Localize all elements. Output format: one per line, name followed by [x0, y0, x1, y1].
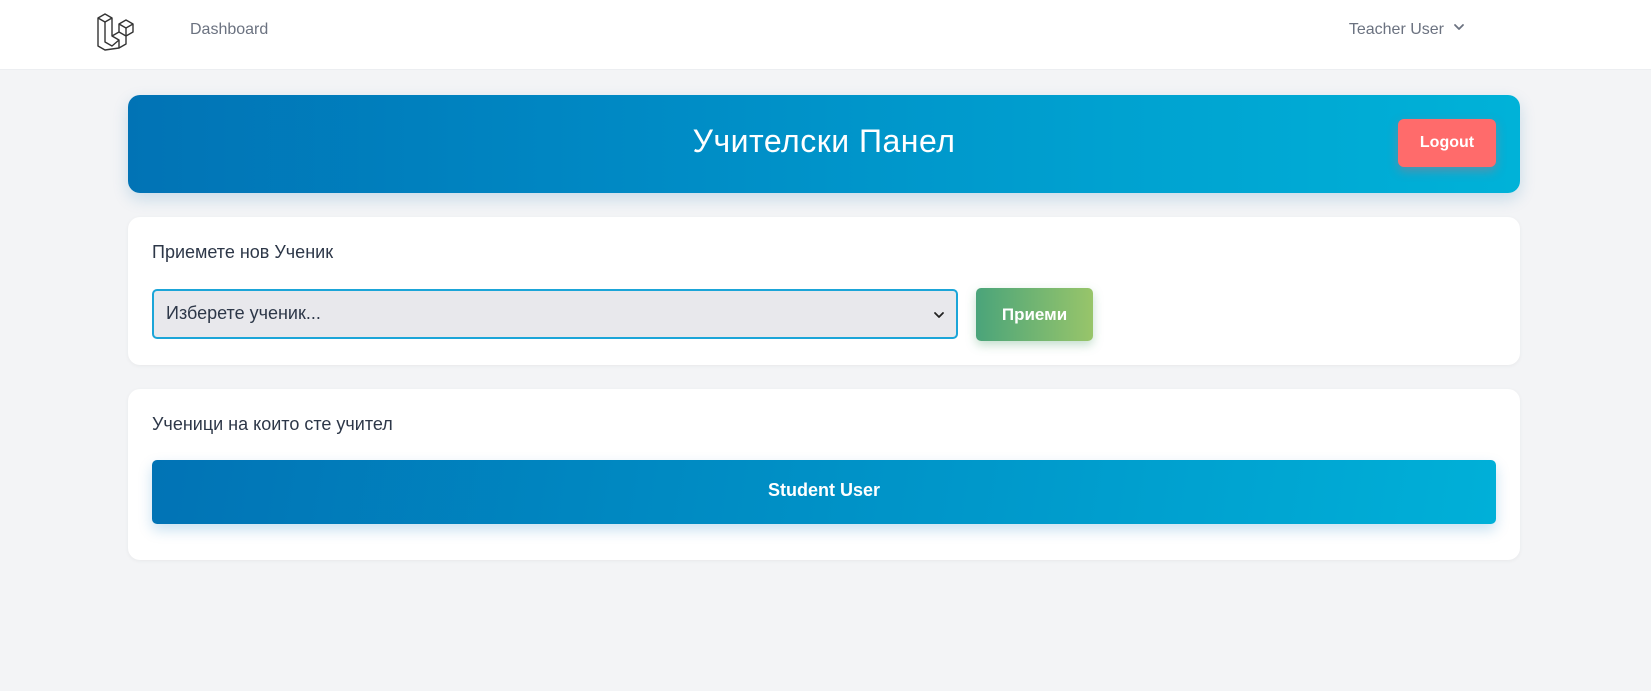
my-students-heading: Ученици на които сте учител [152, 414, 393, 434]
top-navigation: Dashboard Teacher User [0, 0, 1651, 70]
student-select-placeholder: Изберете ученик... [166, 303, 321, 323]
student-name: Student User [767, 480, 881, 500]
accept-student-card: Приемете нов Ученик Изберете ученик... П… [128, 217, 1520, 365]
student-select[interactable]: Изберете ученик... [152, 289, 958, 339]
chevron-down-icon [1452, 20, 1466, 39]
my-students-card: Ученици на които сте учител Student User [128, 389, 1520, 560]
page-title: Учителски Панел [692, 123, 956, 159]
accept-student-heading: Приемете нов Ученик [152, 242, 334, 262]
accept-student-button[interactable]: Приеми [976, 288, 1093, 341]
nav-dashboard-link[interactable]: Dashboard [190, 21, 268, 39]
user-menu-dropdown[interactable]: Teacher User [1349, 20, 1466, 39]
chevron-down-icon [932, 308, 946, 322]
teacher-panel-banner: Учителски Панел Logout [128, 95, 1520, 193]
logout-button[interactable]: Logout [1398, 119, 1496, 167]
student-list-item[interactable]: Student User [152, 460, 1496, 524]
laravel-logo-icon[interactable] [96, 12, 136, 52]
user-name: Teacher User [1348, 20, 1444, 38]
